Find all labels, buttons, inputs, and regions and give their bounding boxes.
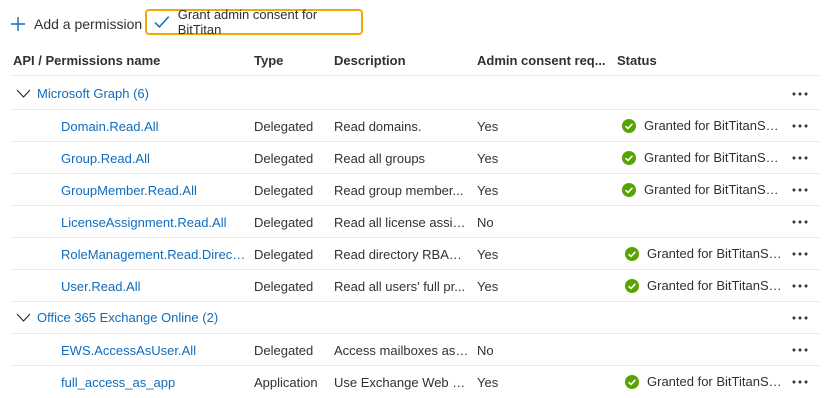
more-options-icon[interactable]: [790, 180, 810, 200]
more-options-icon[interactable]: [790, 212, 810, 232]
table-row: EWS.AccessAsUser.All Delegated Access ma…: [0, 334, 830, 366]
group-row-microsoft-graph: Microsoft Graph (6): [0, 78, 830, 110]
status-badge: Granted for BitTitanSup...: [625, 374, 785, 389]
table-row: User.Read.All Delegated Read all users' …: [0, 270, 830, 302]
permission-description: Read group member...: [334, 183, 464, 198]
status-text: Granted for BitTitanSup...: [647, 246, 785, 261]
column-header-api[interactable]: API / Permissions name: [13, 53, 160, 68]
admin-consent-value: Yes: [477, 183, 499, 198]
permission-description: Access mailboxes as t...: [334, 343, 469, 358]
column-header-description[interactable]: Description: [334, 53, 406, 68]
permission-type: Delegated: [254, 247, 314, 262]
status-text: Granted for BitTitanSup...: [647, 278, 785, 293]
status-text: Granted for BitTitanSup...: [644, 150, 782, 165]
status-badge: Granted for BitTitanSup...: [622, 182, 782, 197]
permission-description: Use Exchange Web S...: [334, 375, 469, 390]
status-badge: Granted for BitTitanSup...: [622, 150, 782, 165]
admin-consent-value: Yes: [477, 247, 499, 262]
permission-type: Delegated: [254, 279, 314, 294]
table-row: full_access_as_app Application Use Excha…: [0, 366, 830, 398]
permission-type: Delegated: [254, 151, 314, 166]
permission-type: Delegated: [254, 119, 314, 134]
plus-icon: [11, 17, 25, 31]
more-options-icon[interactable]: [790, 148, 810, 168]
more-options-icon[interactable]: [790, 308, 810, 328]
column-header-type[interactable]: Type: [254, 53, 283, 68]
admin-consent-value: Yes: [477, 375, 499, 390]
divider: [10, 75, 820, 76]
group-label: Office 365 Exchange Online (2): [37, 310, 219, 325]
grant-admin-consent-label: Grant admin consent for BitTitan: [177, 7, 318, 37]
add-permission-label: Add a permission: [34, 16, 143, 32]
more-options-icon[interactable]: [790, 244, 810, 264]
permission-description: Read all users' full pr...: [334, 279, 466, 294]
status-text: Granted for BitTitanSup...: [644, 182, 782, 197]
status-badge: Granted for BitTitanSup...: [625, 278, 785, 293]
column-header-admin-consent[interactable]: Admin consent req...: [477, 53, 606, 68]
permission-name-link[interactable]: GroupMember.Read.All: [61, 183, 246, 198]
status-badge: Granted for BitTitanSup...: [625, 246, 785, 261]
table-row: LicenseAssignment.Read.All Delegated Rea…: [0, 206, 830, 238]
permission-name-link[interactable]: LicenseAssignment.Read.All: [61, 215, 246, 230]
permission-description: Read all license assig...: [334, 215, 469, 230]
permission-name-link[interactable]: full_access_as_app: [61, 375, 246, 390]
permission-type: Delegated: [254, 215, 314, 230]
permission-description: Read all groups: [334, 151, 426, 166]
admin-consent-value: Yes: [477, 151, 499, 166]
permission-name-link[interactable]: User.Read.All: [61, 279, 246, 294]
group-row-office-365-exchange-online: Office 365 Exchange Online (2): [0, 302, 830, 334]
command-bar: Add a permission Grant admin consent for…: [0, 0, 830, 48]
permission-description: Read directory RBAC ...: [334, 247, 469, 262]
check-circle-icon: [622, 150, 636, 165]
grant-admin-consent-button[interactable]: Grant admin consent for BitTitan: [145, 7, 363, 37]
chevron-down-icon: [16, 313, 31, 322]
table-header: API / Permissions name Type Description …: [0, 48, 830, 76]
permission-type: Delegated: [254, 343, 314, 358]
check-circle-icon: [625, 278, 639, 293]
admin-consent-value: No: [477, 343, 494, 358]
permission-name-link[interactable]: Group.Read.All: [61, 151, 246, 166]
chevron-down-icon: [16, 89, 31, 98]
permission-type: Application: [254, 375, 318, 390]
more-options-icon[interactable]: [790, 276, 810, 296]
group-toggle[interactable]: Microsoft Graph (6): [16, 86, 149, 101]
check-circle-icon: [622, 182, 636, 197]
permission-name-link[interactable]: EWS.AccessAsUser.All: [61, 343, 246, 358]
permission-name-link[interactable]: Domain.Read.All: [61, 119, 246, 134]
admin-consent-value: No: [477, 215, 494, 230]
add-permission-button[interactable]: Add a permission: [10, 12, 142, 36]
more-options-icon[interactable]: [790, 372, 810, 392]
permission-description: Read domains.: [334, 119, 422, 134]
more-options-icon[interactable]: [790, 340, 810, 360]
more-options-icon[interactable]: [790, 116, 810, 136]
permission-name-link[interactable]: RoleManagement.Read.Directory: [61, 247, 246, 262]
check-circle-icon: [625, 374, 639, 389]
table-row: GroupMember.Read.All Delegated Read grou…: [0, 174, 830, 206]
check-circle-icon: [625, 246, 639, 261]
group-toggle[interactable]: Office 365 Exchange Online (2): [16, 310, 218, 325]
permission-type: Delegated: [254, 183, 314, 198]
check-circle-icon: [622, 118, 636, 133]
status-text: Granted for BitTitanSup...: [647, 374, 785, 389]
table-row: RoleManagement.Read.Directory Delegated …: [0, 238, 830, 270]
admin-consent-value: Yes: [477, 279, 499, 294]
admin-consent-value: Yes: [477, 119, 499, 134]
table-row: Domain.Read.All Delegated Read domains. …: [0, 110, 830, 142]
status-badge: Granted for BitTitanSup...: [622, 118, 782, 133]
checkmark-icon: [154, 16, 170, 28]
status-text: Granted for BitTitanSup...: [644, 118, 782, 133]
table-row: Group.Read.All Delegated Read all groups…: [0, 142, 830, 174]
group-label: Microsoft Graph (6): [37, 86, 149, 101]
column-header-status[interactable]: Status: [617, 53, 657, 68]
more-options-icon[interactable]: [790, 84, 810, 104]
